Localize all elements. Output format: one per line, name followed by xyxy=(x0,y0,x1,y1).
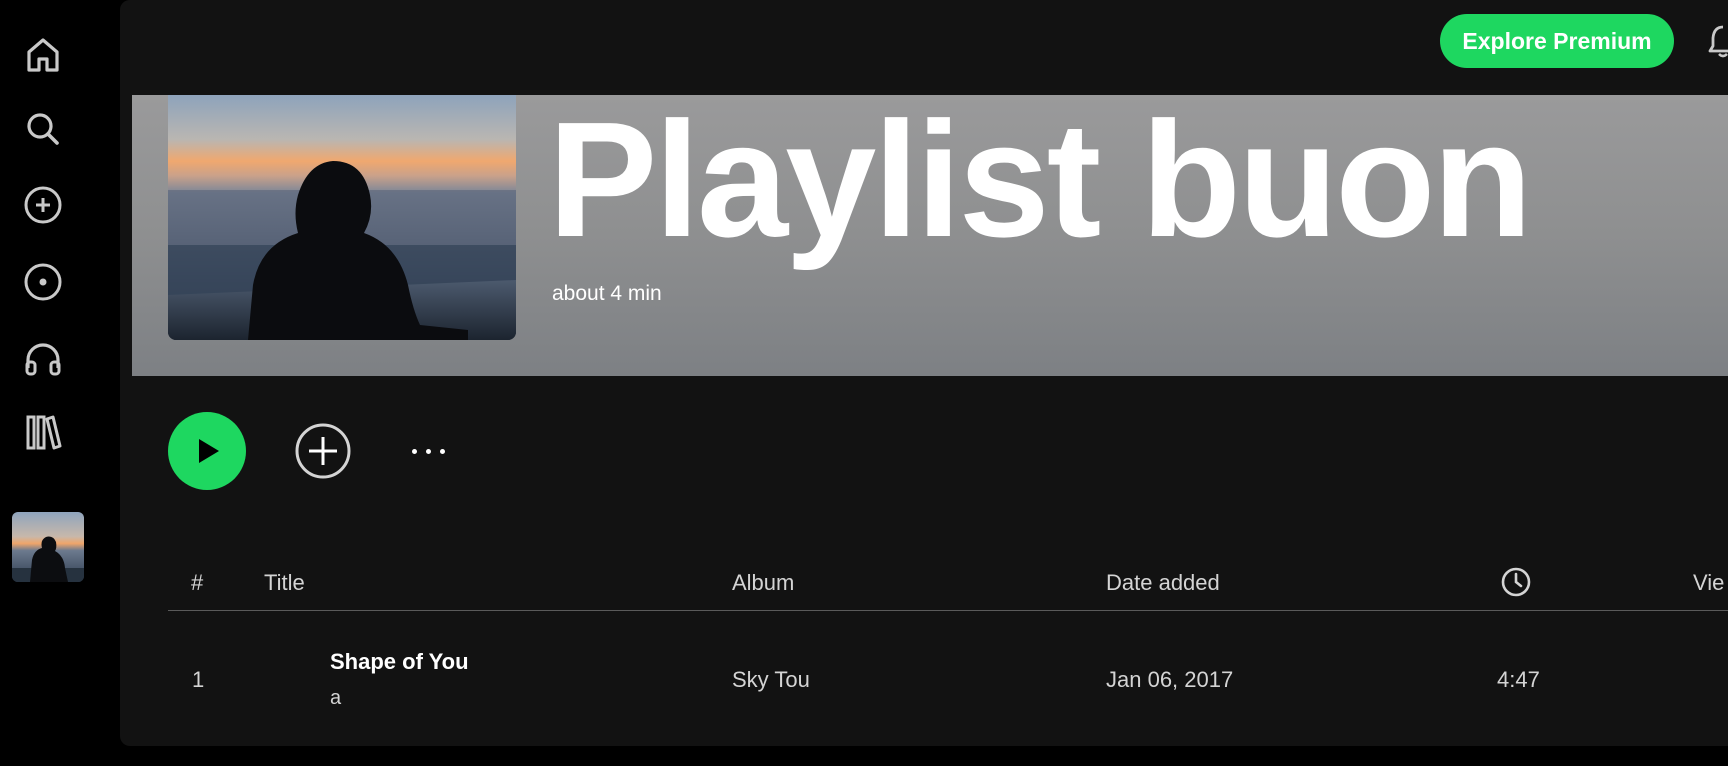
plus-circle-icon[interactable] xyxy=(21,183,65,227)
track-duration: 4:47 xyxy=(1497,667,1540,692)
more-dot-icon xyxy=(411,448,417,454)
home-icon[interactable] xyxy=(21,33,65,77)
playlist-cover-image xyxy=(168,95,516,340)
top-bar: Explore Premium xyxy=(120,0,1728,95)
column-date-added: Date added xyxy=(1106,570,1220,595)
main-panel: Explore Premium Playlist buon about 4 mi… xyxy=(120,0,1728,746)
table-row[interactable]: 1 Shape of You a Sky Tou Jan 06, 2017 4:… xyxy=(168,630,1728,710)
playlist-header: Playlist buon about 4 min xyxy=(132,95,1728,376)
headphones-icon[interactable] xyxy=(21,336,65,380)
plus-circle-icon xyxy=(295,423,351,479)
playlist-thumbnail[interactable] xyxy=(12,512,84,582)
more-dot-icon xyxy=(425,448,431,454)
bell-icon[interactable] xyxy=(1708,24,1728,58)
column-title: Title xyxy=(264,570,305,595)
track-date-added: Jan 06, 2017 xyxy=(1106,667,1234,692)
play-button[interactable] xyxy=(168,412,246,490)
track-album[interactable]: Sky Tou xyxy=(732,667,810,693)
library-icon[interactable] xyxy=(21,410,65,454)
tracklist-header: # Title Album Date added Vie xyxy=(168,560,1728,611)
track-title[interactable]: Shape of You xyxy=(330,649,469,675)
explore-premium-button[interactable]: Explore Premium xyxy=(1440,14,1674,68)
column-view[interactable]: Vie xyxy=(1693,570,1724,596)
search-icon[interactable] xyxy=(21,107,65,151)
disc-icon[interactable] xyxy=(21,260,65,304)
sidebar xyxy=(0,0,120,766)
playlist-duration: about 4 min xyxy=(552,282,662,305)
playlist-title: Playlist buon xyxy=(548,88,1533,271)
more-dot-icon xyxy=(439,448,445,454)
clock-icon xyxy=(1501,567,1531,597)
track-artist[interactable]: a xyxy=(330,687,341,710)
more-options-button[interactable] xyxy=(400,428,456,474)
track-number: 1 xyxy=(192,667,205,692)
column-number: # xyxy=(191,570,204,595)
column-album: Album xyxy=(732,570,795,595)
play-icon xyxy=(199,439,219,463)
add-to-library-button[interactable] xyxy=(294,422,352,480)
